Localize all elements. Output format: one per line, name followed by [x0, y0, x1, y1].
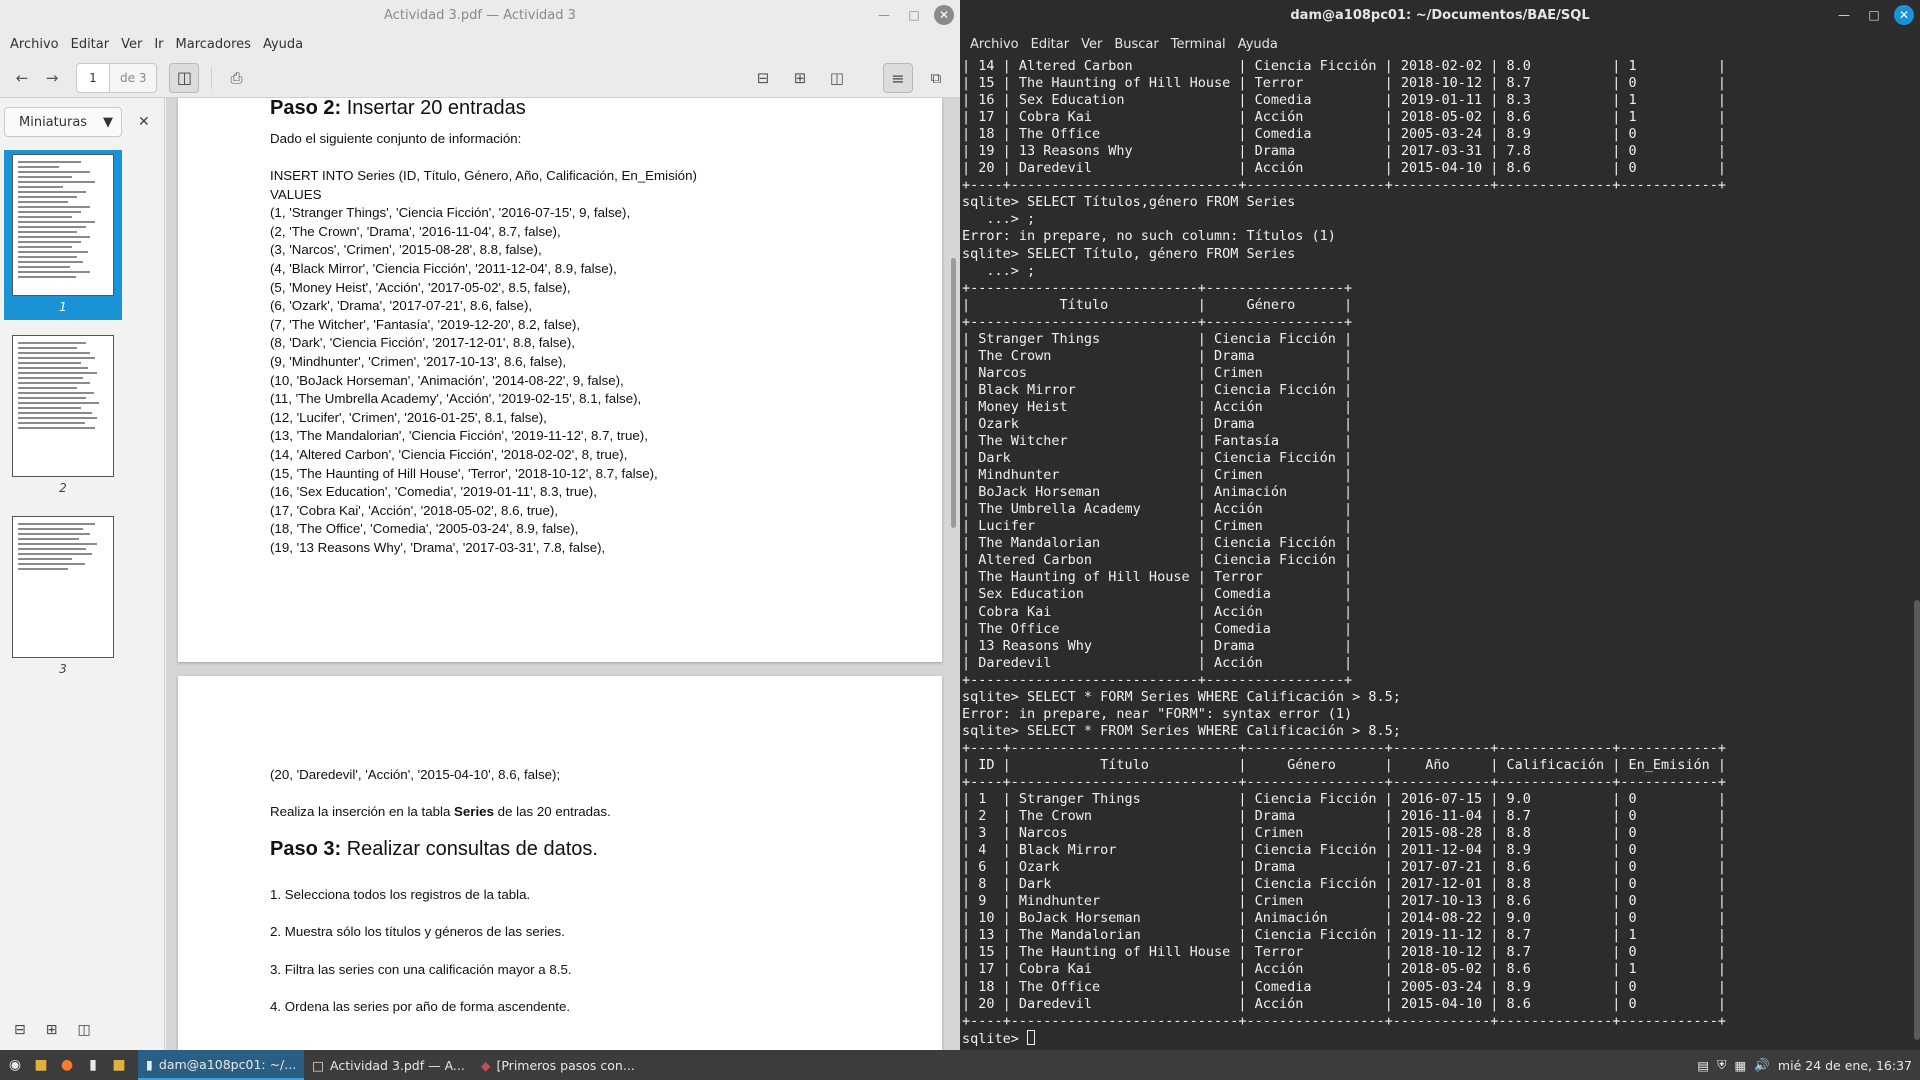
pdf-viewer-window: Actividad 3.pdf — Actividad 3 — □ ✕ Arch… [0, 0, 960, 1050]
terminal-history: | 14 | Altered Carbon | Ciencia Ficción … [962, 58, 1727, 1029]
document-scrollbar[interactable] [951, 258, 956, 528]
clock[interactable]: mié 24 de ene, 16:37 [1778, 1058, 1912, 1073]
terminal-prompt: sqlite> [962, 1030, 1028, 1047]
zoom-in-icon[interactable]: ⊞ [786, 64, 814, 92]
menu-ver[interactable]: Ver [115, 37, 148, 52]
task-item-2: 2. Muestra sólo los títulos y géneros de… [270, 924, 565, 939]
pdf-toolbar: ← → de 3 ◫ ⎙ ⊟ ⊞ ◫ ≡ ⧉ [0, 58, 960, 98]
task-item-4: 4. Ordena las series por año de forma as… [270, 999, 571, 1014]
insert-instruction: Realiza la inserción en la tabla Series … [270, 804, 611, 819]
insert-sql-continuation: (20, 'Daredevil', 'Acción', '2015-04-10'… [270, 767, 561, 782]
forward-arrow-icon[interactable]: → [38, 64, 66, 92]
terminal-window-title: dam@a108pc01: ~/Documentos/BAE/SQL [1290, 7, 1590, 23]
network-icon[interactable]: ▦ [1735, 1058, 1747, 1073]
insert-sql-block: INSERT INTO Series (ID, Título, Género, … [270, 168, 697, 555]
toggle-sidebar-button[interactable]: ◫ [169, 62, 200, 93]
intro-paragraph: Dado el siguiente conjunto de informació… [270, 131, 522, 146]
close-icon[interactable]: ✕ [1894, 5, 1914, 25]
menu-launcher-icon[interactable]: ◉ [4, 1054, 26, 1076]
menu-terminal[interactable]: Terminal [1165, 37, 1232, 52]
firefox-icon[interactable]: ● [56, 1054, 78, 1076]
menu-ir[interactable]: Ir [148, 37, 169, 52]
document-area[interactable]: Paso 2: Insertar 20 entradas Dado el sig… [166, 98, 960, 1050]
sidebar-mode-label: Miniaturas [19, 114, 88, 130]
thumbnail-label-3: 3 [59, 662, 67, 676]
back-arrow-icon[interactable]: ← [8, 64, 36, 92]
menu-editar[interactable]: Editar [1025, 37, 1076, 52]
menu-ayuda[interactable]: Ayuda [257, 37, 309, 52]
shield-icon[interactable]: ⛨ [1717, 1057, 1726, 1073]
minimize-icon[interactable]: — [1834, 5, 1854, 25]
terminal-cursor [1027, 1029, 1036, 1045]
zoom-out-icon[interactable]: ⊟ [749, 64, 777, 92]
thumbnail-page-1[interactable] [12, 154, 114, 296]
close-sidebar-icon[interactable]: ✕ [138, 114, 150, 130]
terminal-prompt-line[interactable]: sqlite> [962, 1029, 1908, 1048]
task-pdf-label: Actividad 3.pdf — A... [330, 1057, 465, 1073]
terminal-output[interactable]: | 14 | Altered Carbon | Ciencia Ficción … [960, 58, 1908, 1050]
browser-task-icon: ◆ [480, 1057, 491, 1073]
fit-page-icon[interactable]: ◫ [823, 64, 851, 92]
thumbnail-label-1: 1 [59, 300, 67, 314]
pdf-page-2: (20, 'Daredevil', 'Acción', '2015-04-10'… [178, 676, 942, 1050]
task-terminal[interactable]: ▮ dam@a108pc01: ~/... [138, 1050, 305, 1080]
zoom-out-icon[interactable]: ⊟ [14, 1022, 26, 1038]
task-browser[interactable]: ◆ [Primeros pasos con... [473, 1050, 643, 1080]
task-browser-label: [Primeros pasos con... [496, 1057, 635, 1073]
page-total-label: de 3 [110, 62, 158, 93]
clipboard-icon[interactable]: ▤ [1697, 1058, 1709, 1073]
task-terminal-label: dam@a108pc01: ~/... [158, 1056, 297, 1072]
taskbar: ◉ ■ ● ▮ ■ ▮ dam@a108pc01: ~/... □ Activi… [0, 1050, 1920, 1080]
thumbnail-page-3[interactable] [12, 516, 114, 658]
terminal-menubar: Archivo Editar Ver Buscar Terminal Ayuda [960, 30, 1920, 58]
menu-buscar[interactable]: Buscar [1108, 37, 1164, 52]
pdf-page-1: Paso 2: Insertar 20 entradas Dado el sig… [178, 98, 942, 662]
menu-marcadores[interactable]: Marcadores [170, 37, 257, 52]
folder-icon[interactable]: ■ [108, 1054, 130, 1076]
thumbnail-label-2: 2 [59, 481, 67, 495]
menu-ayuda[interactable]: Ayuda [1232, 37, 1284, 52]
maximize-icon[interactable]: □ [1864, 5, 1884, 25]
pdf-titlebar: Actividad 3.pdf — Actividad 3 — □ ✕ [0, 0, 960, 30]
fit-icon[interactable]: ◫ [77, 1022, 90, 1038]
menu-editar[interactable]: Editar [65, 37, 116, 52]
terminal-task-icon: ▮ [146, 1056, 153, 1072]
terminal-launcher-icon[interactable]: ▮ [82, 1054, 104, 1076]
pdf-window-title: Actividad 3.pdf — Actividad 3 [384, 7, 576, 23]
menu-archivo[interactable]: Archivo [964, 37, 1025, 52]
menu-ver[interactable]: Ver [1075, 37, 1108, 52]
volume-icon[interactable]: 🔊 [1754, 1057, 1770, 1073]
continuous-view-button[interactable]: ≡ [883, 63, 913, 93]
maximize-icon[interactable]: □ [904, 5, 924, 25]
system-tray: ▤ ⛨ ▦ 🔊 mié 24 de ene, 16:37 [1697, 1050, 1912, 1080]
dual-page-icon[interactable]: ⧉ [922, 64, 950, 92]
task-pdf[interactable]: □ Actividad 3.pdf — A... [304, 1050, 473, 1080]
files-icon[interactable]: ■ [30, 1054, 52, 1076]
terminal-window: dam@a108pc01: ~/Documentos/BAE/SQL — □ ✕… [960, 0, 1920, 1050]
close-icon[interactable]: ✕ [934, 5, 954, 25]
chevron-down-icon: ▼ [103, 114, 113, 130]
minimize-icon[interactable]: — [874, 5, 894, 25]
thumbnail-sidebar: Miniaturas ▼ ✕ 1 2 3 ⊟ ⊞ ◫ [0, 98, 165, 1050]
terminal-titlebar: dam@a108pc01: ~/Documentos/BAE/SQL — □ ✕ [960, 0, 1920, 30]
document-icon: □ [312, 1057, 324, 1073]
toolbar-divider [211, 66, 213, 89]
task-item-1: 1. Selecciona todos los registros de la … [270, 887, 531, 902]
sidebar-mode-select[interactable]: Miniaturas ▼ [4, 107, 122, 137]
terminal-scrollbar[interactable] [1914, 600, 1920, 1040]
pdf-menubar: Archivo Editar Ver Ir Marcadores Ayuda [0, 30, 960, 58]
task-item-3: 3. Filtra las series con una calificació… [270, 962, 572, 977]
page-number-input[interactable] [76, 62, 110, 93]
step2-heading: Paso 2: Insertar 20 entradas [270, 98, 526, 119]
thumbnail-page-2[interactable] [12, 335, 114, 477]
zoom-in-icon[interactable]: ⊞ [46, 1022, 58, 1038]
print-icon[interactable]: ⎙ [222, 64, 250, 92]
menu-archivo[interactable]: Archivo [4, 37, 65, 52]
step3-heading: Paso 3: Realizar consultas de datos. [270, 838, 598, 860]
